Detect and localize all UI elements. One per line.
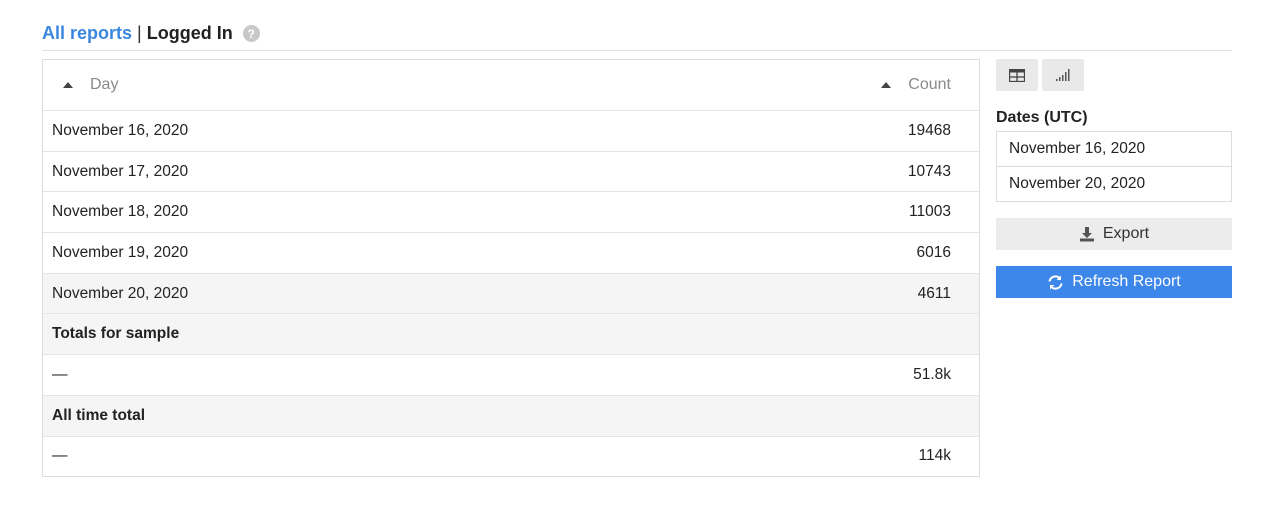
cell-count: 10743 [907, 162, 951, 180]
cell-day: November 16, 2020 [52, 121, 189, 139]
view-toggle [996, 59, 1232, 91]
sort-day-header[interactable]: Day [52, 76, 118, 94]
export-button[interactable]: Export [996, 218, 1232, 250]
refresh-label: Refresh Report [1072, 273, 1181, 290]
table-header-row: Day Count [43, 60, 979, 110]
sort-asc-icon [63, 82, 73, 88]
sample-total-heading-row: Totals for sample [43, 313, 979, 355]
bar-chart-icon [1056, 69, 1070, 81]
all-reports-link[interactable]: All reports [42, 23, 132, 44]
export-label: Export [1102, 225, 1150, 242]
cell-day: November 20, 2020 [52, 284, 189, 302]
cell-day: November 17, 2020 [52, 162, 189, 180]
sort-count-header[interactable]: Count [881, 76, 951, 94]
all-time-heading-row: All time total [43, 394, 979, 436]
cell-count: 4611 [917, 284, 951, 302]
cell-count: 6016 [916, 243, 951, 261]
sample-total-label: Totals for sample [52, 325, 180, 343]
cell-day: — [52, 365, 68, 383]
dates-label: Dates (UTC) [996, 109, 1088, 126]
page-header: All reports | Logged In ? [42, 16, 1232, 51]
date-range-picker: November 16, 2020 November 20, 2020 [996, 131, 1232, 202]
all-time-label: All time total [52, 406, 146, 424]
cell-day: November 18, 2020 [52, 203, 189, 221]
help-icon[interactable]: ? [242, 25, 260, 42]
cell-count: 19468 [907, 121, 951, 139]
chart-view-button[interactable] [1042, 59, 1084, 91]
sample-total-count: 51.8k [913, 365, 951, 383]
table-row: November 20, 2020 4611 [43, 272, 979, 314]
table-row: November 16, 2020 19468 [43, 110, 979, 151]
refresh-icon [1047, 274, 1064, 291]
table-view-button[interactable] [996, 59, 1038, 91]
all-time-count: 114k [918, 447, 951, 465]
table-row: November 19, 2020 6016 [43, 232, 979, 273]
table-row: November 18, 2020 11003 [43, 191, 979, 232]
end-date-field[interactable]: November 20, 2020 [997, 166, 1231, 201]
report-table: Day Count November 16, 2020 19468 Novemb… [42, 59, 980, 478]
cell-day: November 19, 2020 [52, 243, 189, 261]
all-time-row: — 114k [43, 435, 979, 477]
download-icon [1079, 226, 1095, 242]
start-date-field[interactable]: November 16, 2020 [997, 132, 1231, 166]
report-sidebar: Dates (UTC) November 16, 2020 November 2… [996, 59, 1232, 298]
refresh-report-button[interactable]: Refresh Report [996, 266, 1232, 298]
column-header-count: Count [908, 76, 951, 93]
cell-day: — [52, 447, 68, 465]
table-row: November 17, 2020 10743 [43, 150, 979, 192]
column-header-day: Day [90, 76, 119, 93]
header-separator: | [137, 22, 142, 43]
page-title: Logged In [146, 22, 233, 43]
sample-total-row: — 51.8k [43, 354, 979, 395]
table-view-icon [1009, 68, 1025, 82]
sort-asc-icon [881, 82, 892, 88]
cell-count: 11003 [909, 203, 951, 221]
